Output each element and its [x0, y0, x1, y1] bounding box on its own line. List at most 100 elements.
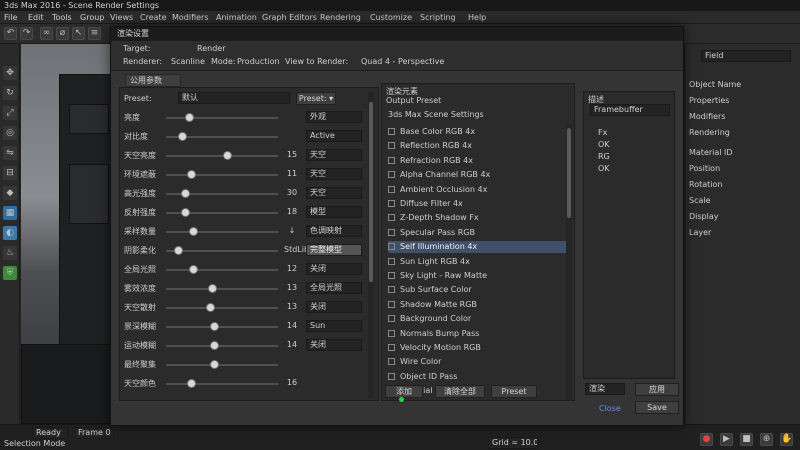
panel-item[interactable]: Scale	[689, 196, 711, 205]
param-slider[interactable]	[166, 269, 278, 271]
side-item[interactable]: RG	[598, 152, 610, 161]
list-item-checkbox[interactable]	[388, 142, 395, 150]
param-slider[interactable]	[166, 326, 278, 328]
menu-rendering[interactable]: Rendering	[320, 11, 361, 24]
redo-icon[interactable]: ↷	[20, 27, 33, 40]
zoom-icon[interactable]: ⊕	[760, 433, 773, 446]
slider-knob[interactable]	[186, 170, 196, 179]
slider-knob[interactable]	[209, 341, 219, 350]
list-item-checkbox[interactable]	[388, 228, 395, 236]
slider-knob[interactable]	[178, 132, 188, 141]
param-option[interactable]: 全局光照	[306, 282, 362, 294]
viewport-perspective[interactable]	[21, 44, 120, 424]
panel-item[interactable]: Rendering	[689, 128, 730, 137]
render-target-select[interactable]: 渲染	[585, 383, 625, 395]
menu-animation[interactable]: Animation	[216, 11, 257, 24]
render-setup-tool-icon[interactable]: ◐	[3, 226, 17, 240]
unlink-icon[interactable]: ⌀	[56, 27, 69, 40]
list-item-checkbox[interactable]	[388, 128, 395, 135]
param-option[interactable]: 天空	[306, 149, 362, 161]
panel-item[interactable]: Display	[689, 212, 719, 221]
param-option[interactable]: 关闭	[306, 263, 362, 275]
param-option[interactable]: 关闭	[306, 339, 362, 351]
list-item[interactable]: Normals Bump Pass	[388, 328, 566, 340]
rotate-icon[interactable]: ↻	[3, 86, 17, 100]
framebuffer-field[interactable]: Framebuffer	[590, 104, 670, 116]
list-item-checkbox[interactable]	[388, 214, 395, 222]
param-slider[interactable]	[166, 155, 278, 157]
menu-tools[interactable]: Tools	[52, 11, 72, 24]
menu-create[interactable]: Create	[140, 11, 167, 24]
slider-knob[interactable]	[184, 113, 194, 122]
list-item-checkbox[interactable]	[388, 257, 395, 265]
menu-modifiers[interactable]: Modifiers	[172, 11, 209, 24]
side-item[interactable]: OK	[598, 140, 610, 149]
layer-icon[interactable]: ◆	[3, 186, 17, 200]
menu-graph-editors[interactable]: Graph Editors	[262, 11, 317, 24]
select-icon[interactable]: ↖	[72, 27, 85, 40]
preset-button[interactable]: Preset: ▾	[296, 92, 336, 105]
render-mode-label[interactable]: Render	[197, 44, 225, 53]
clear-all-button[interactable]: 清除全部	[435, 385, 485, 398]
slider-knob[interactable]	[180, 189, 190, 198]
list-item-checkbox[interactable]	[388, 272, 395, 279]
stop-icon[interactable]: ■	[740, 433, 753, 446]
list-item[interactable]: Sky Light - Raw Matte	[388, 270, 566, 282]
preset-field[interactable]: 默认	[178, 92, 290, 104]
list-item[interactable]: Velocity Motion RGB	[388, 342, 566, 354]
renderer-value[interactable]: Scanline	[171, 57, 205, 66]
param-slider[interactable]	[166, 364, 278, 366]
param-slider[interactable]	[166, 174, 278, 176]
side-item[interactable]: Fx	[598, 128, 607, 137]
list-item[interactable]: Wire Color	[388, 356, 566, 368]
shield-icon[interactable]: ⛨	[3, 266, 17, 280]
menu-customize[interactable]: Customize	[370, 11, 412, 24]
list-item-checkbox[interactable]	[388, 315, 395, 323]
slider-knob[interactable]	[209, 360, 219, 369]
panel-item[interactable]: Properties	[689, 96, 729, 105]
menu-group[interactable]: Group	[80, 11, 104, 24]
list-item-checkbox[interactable]	[388, 329, 395, 337]
slider-knob[interactable]	[186, 379, 196, 388]
param-option[interactable]: Sun	[306, 320, 362, 332]
slider-knob[interactable]	[174, 246, 184, 255]
slider-knob[interactable]	[223, 151, 233, 160]
render-button[interactable]: Save	[635, 401, 679, 414]
list-item[interactable]: Background Color	[388, 313, 566, 325]
list-item[interactable]: Reflection RGB 4x	[388, 140, 566, 152]
param-slider[interactable]	[166, 345, 278, 347]
play-icon[interactable]: ▶	[720, 433, 733, 446]
list-item[interactable]: Base Color RGB 4x	[388, 126, 566, 138]
list-item-checkbox[interactable]	[388, 171, 395, 179]
list-item-checkbox[interactable]	[388, 185, 395, 193]
param-slider[interactable]	[166, 231, 278, 233]
mirror-icon[interactable]: ⇋	[3, 146, 17, 160]
param-option[interactable]: 天空	[306, 168, 362, 180]
slider-knob[interactable]	[180, 208, 190, 217]
param-option[interactable]: 模型	[306, 206, 362, 218]
apply-button[interactable]: 应用	[635, 383, 679, 396]
param-option[interactable]: Active	[306, 130, 362, 142]
menu-help[interactable]: Help	[468, 11, 486, 24]
panel-search-field[interactable]: Field	[701, 50, 791, 62]
snap-icon[interactable]: ◎	[3, 126, 17, 140]
menu-edit[interactable]: Edit	[28, 11, 44, 24]
list-item-checkbox[interactable]	[388, 300, 395, 308]
list-item[interactable]: Specular Pass RGB	[388, 227, 566, 239]
teapot-icon[interactable]: ♨	[3, 246, 17, 260]
list-item[interactable]: Z-Depth Shadow Fx	[388, 212, 566, 224]
param-option[interactable]: 关闭	[306, 301, 362, 313]
pan-icon[interactable]: ✋	[780, 433, 793, 446]
view-value[interactable]: Quad 4 - Perspective	[361, 57, 444, 66]
slider-knob[interactable]	[209, 322, 219, 331]
align-icon[interactable]: ⊟	[3, 166, 17, 180]
mode-value[interactable]: Production	[237, 57, 280, 66]
list-item[interactable]: Self Illumination 4x	[388, 241, 566, 254]
menu-scripting[interactable]: Scripting	[420, 11, 456, 24]
scale-icon[interactable]: ⤢	[3, 106, 17, 120]
list-item[interactable]: Sub Surface Color	[388, 284, 566, 296]
panel-item[interactable]: Object Name	[689, 80, 741, 89]
param-slider[interactable]	[166, 307, 278, 309]
preset-list-button[interactable]: Preset	[491, 385, 537, 398]
undo-icon[interactable]: ↶	[4, 27, 17, 40]
